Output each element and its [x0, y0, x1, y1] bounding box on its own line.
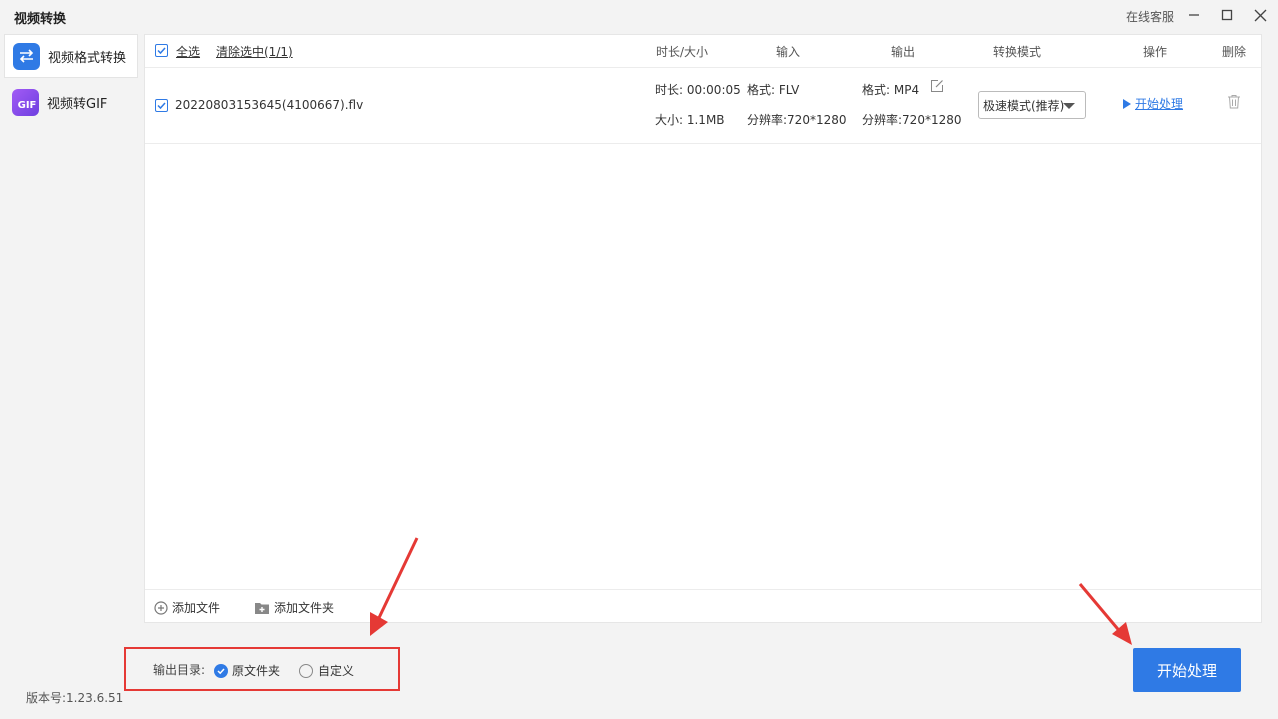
list-footer: 添加文件 添加文件夹 — [145, 589, 1261, 623]
file-name: 20220803153645(4100667).flv — [175, 98, 364, 112]
add-folder-button[interactable]: 添加文件夹 — [254, 599, 334, 616]
check-icon — [157, 102, 166, 110]
input-format: 格式: FLV — [747, 83, 800, 97]
add-file-button[interactable]: 添加文件 — [154, 599, 220, 616]
online-service-link[interactable]: 在线客服 — [1126, 8, 1174, 25]
output-format: 格式: MP4 — [862, 83, 920, 97]
output-resolution: 分辨率:720*1280 — [862, 113, 962, 127]
gif-icon: GIF — [12, 88, 39, 116]
convert-mode-value: 极速模式(推荐) — [983, 98, 1065, 113]
play-icon — [1123, 98, 1131, 109]
col-convert-mode: 转换模式 — [993, 45, 1042, 59]
chevron-down-icon — [1063, 103, 1075, 109]
sidebar-item-label: 视频格式转换 — [48, 50, 127, 66]
output-custom-radio[interactable]: 自定义 — [299, 662, 354, 679]
folder-plus-icon — [255, 602, 269, 614]
check-icon — [157, 47, 166, 55]
list-header: 全选 清除选中(1/1) 时长/大小 输入 输出 转换模式 操作 删除 — [145, 35, 1261, 68]
app-title: 视频转换 — [14, 12, 67, 27]
maximize-icon — [1221, 9, 1233, 21]
close-button[interactable] — [1248, 4, 1272, 26]
clear-selected-link[interactable]: 清除选中(1/1) — [216, 43, 293, 60]
table-row: 20220803153645(4100667).flv 时长: 00:00:05… — [145, 67, 1261, 144]
output-original-folder-radio[interactable]: 原文件夹 — [214, 662, 280, 679]
file-size: 大小: 1.1MB — [655, 113, 725, 127]
file-list-panel: 全选 清除选中(1/1) 时长/大小 输入 输出 转换模式 操作 删除 2022… — [144, 34, 1262, 623]
radio-unchecked-icon — [299, 663, 313, 678]
sidebar-item-video-format-convert[interactable]: 视频格式转换 — [4, 34, 138, 78]
row-start-process-link[interactable]: 开始处理 — [1123, 95, 1183, 112]
close-icon — [1254, 9, 1266, 21]
col-duration-size: 时长/大小 — [656, 45, 709, 59]
file-checkbox[interactable] — [155, 99, 168, 112]
delete-button[interactable] — [1227, 94, 1241, 112]
add-folder-label: 添加文件夹 — [274, 601, 335, 615]
sidebar-item-label: 视频转GIF — [47, 96, 108, 112]
sidebar-item-video-to-gif[interactable]: GIF 视频转GIF — [4, 80, 138, 124]
minimize-icon — [1189, 14, 1199, 16]
col-output: 输出 — [891, 45, 916, 59]
output-original-folder-label: 原文件夹 — [232, 664, 281, 678]
file-duration: 时长: 00:00:05 — [655, 83, 741, 97]
add-file-label: 添加文件 — [172, 601, 221, 615]
convert-mode-select[interactable]: 极速模式(推荐) — [978, 91, 1086, 119]
col-delete: 删除 — [1222, 45, 1247, 59]
edit-output-button[interactable] — [930, 79, 944, 96]
edit-icon — [931, 80, 943, 92]
row-start-process-label: 开始处理 — [1135, 97, 1184, 111]
select-all-link[interactable]: 全选 — [176, 43, 200, 60]
plus-circle-icon — [154, 600, 168, 615]
gif-icon-text: GIF — [17, 99, 37, 111]
input-resolution: 分辨率:720*1280 — [747, 113, 847, 127]
radio-checked-icon — [214, 663, 228, 678]
output-dir-label: 输出目录: — [153, 663, 206, 677]
col-action: 操作 — [1143, 45, 1168, 59]
col-input: 输入 — [776, 45, 801, 59]
trash-icon — [1228, 95, 1240, 109]
version-label: 版本号:1.23.6.51 — [26, 691, 124, 705]
minimize-button[interactable] — [1182, 4, 1206, 26]
select-all-checkbox[interactable] — [155, 44, 168, 57]
swap-arrows-icon — [13, 42, 40, 70]
maximize-button[interactable] — [1215, 4, 1239, 26]
output-custom-label: 自定义 — [318, 664, 355, 678]
start-process-button[interactable]: 开始处理 — [1133, 648, 1241, 692]
